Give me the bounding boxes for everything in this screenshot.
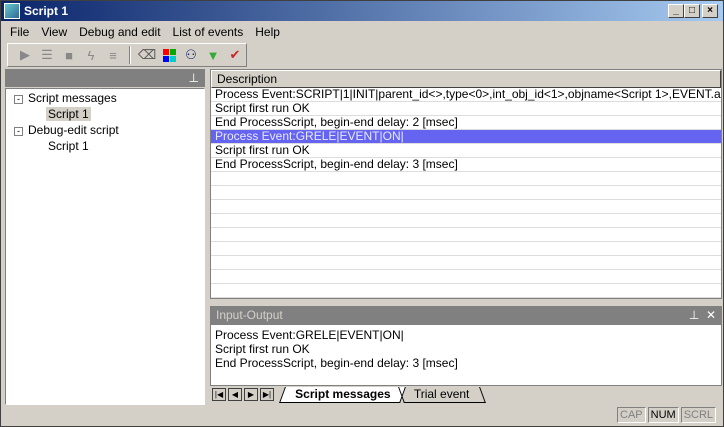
status-bar: CAP NUM SCRL <box>617 407 717 423</box>
run-icon[interactable]: ▶ <box>16 46 34 64</box>
table-row[interactable] <box>211 228 721 242</box>
table-row[interactable]: Script first run OK <box>211 102 721 116</box>
table-row[interactable]: End ProcessScript, begin-end delay: 3 [m… <box>211 158 721 172</box>
input-output-panel: Input-Output ⊥ ✕ Process Event:GRELE|EVE… <box>210 306 722 404</box>
io-line: Script first run OK <box>215 342 310 356</box>
io-output: Process Event:GRELE|EVENT|ON| Script fir… <box>210 324 722 386</box>
close-button[interactable]: × <box>702 4 718 18</box>
menu-list-of-events[interactable]: List of events <box>167 25 250 39</box>
status-cap: CAP <box>617 407 646 423</box>
list-icon[interactable]: ≡ <box>104 46 122 64</box>
tree-item-script-messages[interactable]: Script messages <box>28 91 117 105</box>
table-row[interactable]: End ProcessScript, begin-end delay: 2 [m… <box>211 116 721 130</box>
tree-panel: ⊥ - Script messages Script 1 - Debug-edi… <box>5 69 205 405</box>
table-row[interactable] <box>211 186 721 200</box>
table-row[interactable] <box>211 256 721 270</box>
table-row[interactable]: Process Event:GRELE|EVENT|ON| <box>211 130 721 144</box>
collapse-icon[interactable]: - <box>14 95 23 104</box>
io-panel-title: Input-Output <box>216 308 283 322</box>
tree-view: - Script messages Script 1 - Debug-edit … <box>5 88 205 405</box>
tree-item-debug-script-1[interactable]: Script 1 <box>48 139 89 153</box>
title-bar: Script 1 _ □ × <box>1 1 723 21</box>
next-tab-button[interactable]: ▶ <box>244 388 258 401</box>
pin-icon[interactable]: ⊥ <box>189 71 199 85</box>
tree-panel-header: ⊥ <box>5 69 205 87</box>
first-tab-button[interactable]: |◀ <box>212 388 226 401</box>
tab-label: Script messages <box>295 386 391 401</box>
status-num: NUM <box>647 407 679 423</box>
eraser-icon[interactable]: ⌫ <box>138 46 156 64</box>
window-title: Script 1 <box>24 4 69 18</box>
tree-item-script-1[interactable]: Script 1 <box>46 107 91 121</box>
table-row[interactable] <box>211 200 721 214</box>
table-row[interactable] <box>211 172 721 186</box>
menu-debug-and-edit[interactable]: Debug and edit <box>73 25 166 39</box>
compile-icon[interactable]: ϟ <box>82 46 100 64</box>
table-row[interactable] <box>211 284 721 298</box>
filter-icon[interactable]: ▼ <box>204 46 222 64</box>
pin-icon[interactable]: ⊥ <box>689 308 699 322</box>
collapse-icon[interactable]: - <box>14 127 23 136</box>
palette-icon[interactable] <box>160 46 178 64</box>
menu-bar: File View Debug and edit List of events … <box>1 22 286 42</box>
tree-item-debug-edit-script[interactable]: Debug-edit script <box>28 123 119 137</box>
last-tab-button[interactable]: ▶| <box>260 388 274 401</box>
minimize-button[interactable]: _ <box>668 4 684 18</box>
tab-label: Trial event <box>414 386 470 401</box>
close-icon[interactable]: ✕ <box>706 308 716 322</box>
tab-bar: |◀ ◀ ▶ ▶| Script messages Trial event <box>210 386 486 403</box>
status-scrl: SCRL <box>680 407 717 423</box>
step-icon[interactable]: ☰ <box>38 46 56 64</box>
tab-script-messages[interactable]: Script messages <box>279 386 407 403</box>
toolbar: ▶ ☰ ■ ϟ ≡ ⌫ ⚇ ▼ ✔ <box>7 43 247 67</box>
io-line: End ProcessScript, begin-end delay: 3 [m… <box>215 356 458 370</box>
menu-help[interactable]: Help <box>249 25 286 39</box>
menu-file[interactable]: File <box>4 25 35 39</box>
table-row[interactable] <box>211 214 721 228</box>
maximize-button[interactable]: □ <box>684 4 700 18</box>
io-panel-header: Input-Output ⊥ ✕ <box>210 306 722 324</box>
table-row[interactable] <box>211 270 721 284</box>
table-row[interactable]: Script first run OK <box>211 144 721 158</box>
save-icon[interactable]: ■ <box>60 46 78 64</box>
column-header-description[interactable]: Description <box>211 70 721 88</box>
event-list: Description Process Event:SCRIPT|1|INIT|… <box>210 69 722 299</box>
toolbar-separator <box>129 46 131 64</box>
menu-view[interactable]: View <box>35 25 73 39</box>
binoculars-icon[interactable]: ⚇ <box>182 46 200 64</box>
io-line: Process Event:GRELE|EVENT|ON| <box>215 328 404 342</box>
app-icon <box>4 3 20 19</box>
filter-check-icon[interactable]: ✔ <box>226 46 244 64</box>
tab-trial-event[interactable]: Trial event <box>398 386 486 403</box>
table-row[interactable] <box>211 242 721 256</box>
table-row[interactable]: Process Event:SCRIPT|1|INIT|parent_id<>,… <box>211 88 721 102</box>
prev-tab-button[interactable]: ◀ <box>228 388 242 401</box>
